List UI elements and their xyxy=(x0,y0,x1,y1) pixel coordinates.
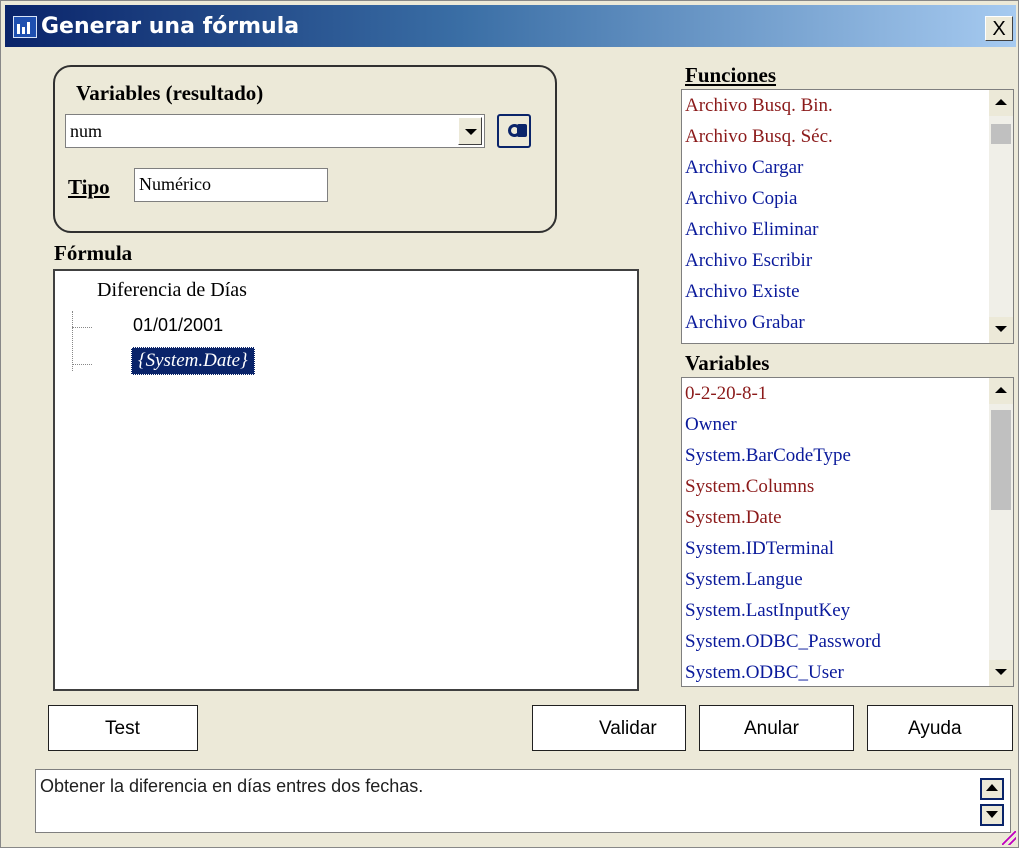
test-button-label: Test xyxy=(105,718,140,739)
app-icon xyxy=(13,16,37,38)
functions-label: Funciones xyxy=(685,63,777,87)
formula-dialog: Generar una fórmula X Variables (resulta… xyxy=(0,0,1019,848)
close-button[interactable]: X xyxy=(985,16,1013,41)
scroll-up-icon[interactable] xyxy=(989,378,1013,404)
list-item[interactable]: System.IDTerminal xyxy=(682,533,989,564)
tree-root-node[interactable]: Diferencia de Días xyxy=(97,279,247,302)
scroll-thumb[interactable] xyxy=(991,124,1011,144)
list-item[interactable]: System.Langue xyxy=(682,564,989,595)
window-title: Generar una fórmula xyxy=(41,14,300,39)
resize-grip-icon[interactable] xyxy=(1002,831,1016,845)
description-box: Obtener la diferencia en días entres dos… xyxy=(35,769,1011,833)
functions-list[interactable]: Archivo Busq. Bin. Archivo Busq. Séc. Ar… xyxy=(681,89,1014,344)
list-item[interactable]: Archivo Grabar xyxy=(682,307,989,338)
formula-tree[interactable]: Diferencia de Días 01/01/2001 {System.Da… xyxy=(53,269,639,691)
anular-button[interactable]: Anular xyxy=(699,705,854,751)
result-variable-combo[interactable]: num xyxy=(65,114,485,148)
scroll-up-icon[interactable] xyxy=(980,778,1004,800)
description-text: Obtener la diferencia en días entres dos… xyxy=(40,776,424,796)
close-icon: X xyxy=(992,18,1006,40)
tipo-label: Tipo xyxy=(68,175,110,199)
result-variable-value: num xyxy=(70,121,103,141)
list-item[interactable]: System.Columns xyxy=(682,471,989,502)
tipo-field[interactable]: Numérico xyxy=(134,168,328,202)
tree-connector xyxy=(72,327,92,328)
variables-label: Variables xyxy=(685,351,770,375)
scroll-down-icon[interactable] xyxy=(989,317,1013,343)
tree-connector xyxy=(72,311,93,371)
scroll-down-icon[interactable] xyxy=(980,804,1004,826)
scroll-up-icon[interactable] xyxy=(989,90,1013,116)
list-item[interactable]: Archivo Escribir xyxy=(682,245,989,276)
title-bar[interactable]: Generar una fórmula X xyxy=(5,5,1016,47)
anular-button-label: Anular xyxy=(744,718,799,739)
list-item[interactable]: Archivo Copia xyxy=(682,183,989,214)
list-item[interactable]: System.BarCodeType xyxy=(682,440,989,471)
list-item[interactable]: System.ODBC_Password xyxy=(682,626,989,657)
list-item[interactable]: System.ODBC_User xyxy=(682,657,989,686)
list-item[interactable]: Archivo Busq. Séc. xyxy=(682,121,989,152)
validar-button[interactable]: Validar xyxy=(532,705,686,751)
list-item[interactable]: Archivo Cargar xyxy=(682,152,989,183)
variables-list[interactable]: 0-2-20-8-1 Owner System.BarCodeType Syst… xyxy=(681,377,1014,687)
validar-button-label: Validar xyxy=(599,718,657,739)
tree-child-node[interactable]: 01/01/2001 xyxy=(133,315,223,336)
ayuda-button-label: Ayuda xyxy=(908,718,962,739)
list-item[interactable]: Archivo Existe xyxy=(682,276,989,307)
scroll-down-icon[interactable] xyxy=(989,660,1013,686)
functions-scrollbar[interactable] xyxy=(989,90,1013,343)
variables-scrollbar[interactable] xyxy=(989,378,1013,686)
result-variables-label: Variables (resultado) xyxy=(76,81,264,105)
find-variable-button[interactable] xyxy=(497,114,531,148)
list-item[interactable]: Owner xyxy=(682,409,989,440)
list-item[interactable]: Archivo Eliminar xyxy=(682,214,989,245)
list-item[interactable]: Archivo Busq. Bin. xyxy=(682,90,989,121)
formula-label: Fórmula xyxy=(54,241,133,265)
list-item[interactable]: 0-2-20-8-1 xyxy=(682,378,989,409)
tree-child-node-selected[interactable]: {System.Date} xyxy=(131,347,255,375)
chevron-down-icon[interactable] xyxy=(458,117,482,145)
list-item[interactable]: System.Date xyxy=(682,502,989,533)
list-item[interactable]: System.LastInputKey xyxy=(682,595,989,626)
scroll-thumb[interactable] xyxy=(991,410,1011,510)
test-button[interactable]: Test xyxy=(48,705,198,751)
tree-connector xyxy=(72,364,92,365)
ayuda-button[interactable]: Ayuda xyxy=(867,705,1013,751)
